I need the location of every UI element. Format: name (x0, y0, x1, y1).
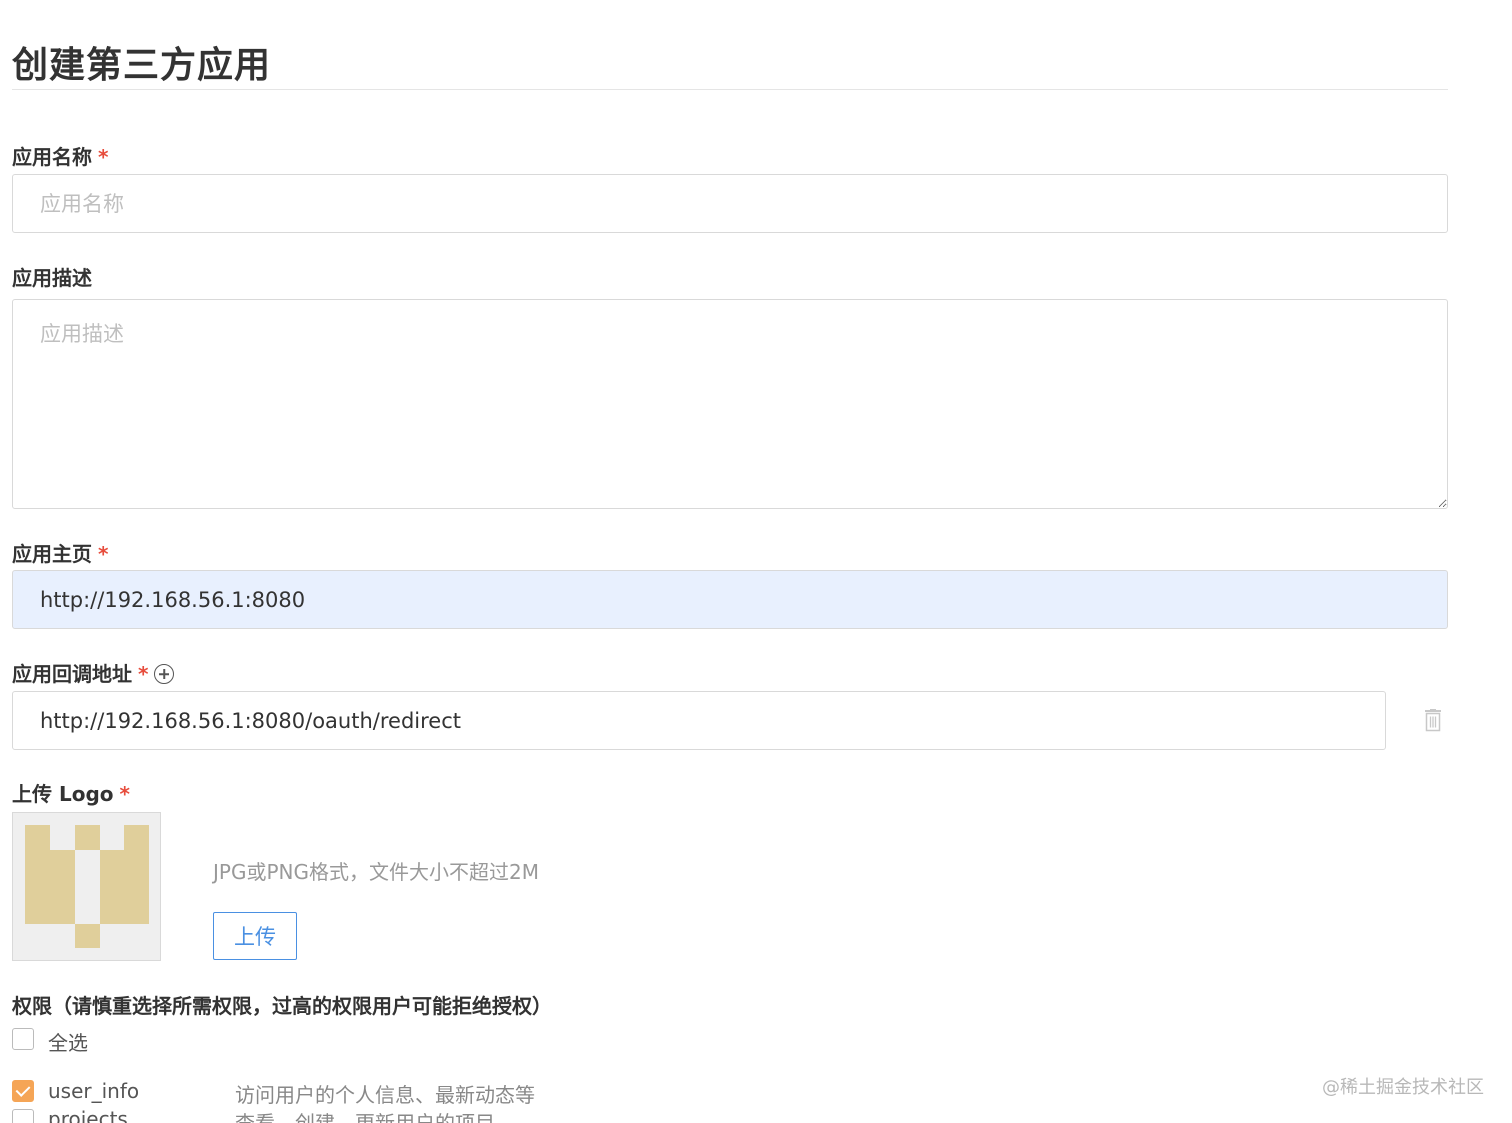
required-mark: * (119, 782, 130, 806)
required-mark: * (98, 542, 109, 566)
homepage-input[interactable] (12, 570, 1448, 629)
callback-input[interactable] (12, 691, 1386, 750)
permission-description: 查看、创建、更新用户的项目 (235, 1111, 495, 1123)
select-all-label[interactable]: 全选 (48, 1027, 88, 1056)
required-mark: * (138, 662, 149, 686)
logo-label: 上传 Logo * (12, 778, 130, 807)
homepage-label: 应用主页 * (12, 538, 108, 567)
callback-label: 应用回调地址 * (12, 658, 175, 687)
app-name-label-text: 应用名称 (12, 145, 92, 169)
plus-circle-icon[interactable] (154, 664, 175, 684)
create-app-page: 创建第三方应用 应用名称* 应用描述 应用主页* 应用回调地址* 上传 Logo… (0, 0, 1512, 1123)
permission-checkbox-projects[interactable] (12, 1109, 34, 1123)
logo-preview (12, 812, 161, 961)
logo-placeholder-icon (25, 825, 149, 948)
callback-label-text: 应用回调地址 (12, 662, 132, 686)
watermark: @稀土掘金技术社区 (1322, 1077, 1484, 1098)
app-desc-label: 应用描述 (12, 262, 92, 291)
homepage-label-text: 应用主页 (12, 542, 92, 566)
required-mark: * (98, 145, 109, 169)
permission-checkbox-user-info[interactable] (12, 1080, 34, 1102)
permission-description: 访问用户的个人信息、最新动态等 (235, 1083, 535, 1107)
app-desc-label-text: 应用描述 (12, 266, 92, 290)
upload-button[interactable]: 上传 (213, 912, 297, 960)
app-name-label: 应用名称 * (12, 141, 108, 170)
select-all-checkbox[interactable] (12, 1028, 34, 1050)
app-desc-textarea[interactable] (12, 299, 1448, 509)
permission-name[interactable]: projects (48, 1107, 128, 1123)
permission-name[interactable]: user_info (48, 1079, 139, 1103)
page-title: 创建第三方应用 (12, 45, 272, 86)
trash-icon[interactable] (1423, 709, 1443, 732)
logo-hint: JPG或PNG格式，文件大小不超过2M (213, 860, 539, 884)
logo-label-text: 上传 Logo (12, 782, 114, 806)
app-name-input[interactable] (12, 174, 1448, 233)
title-divider (12, 89, 1448, 90)
permissions-label: 权限（请慎重选择所需权限，过高的权限用户可能拒绝授权） (12, 994, 552, 1018)
